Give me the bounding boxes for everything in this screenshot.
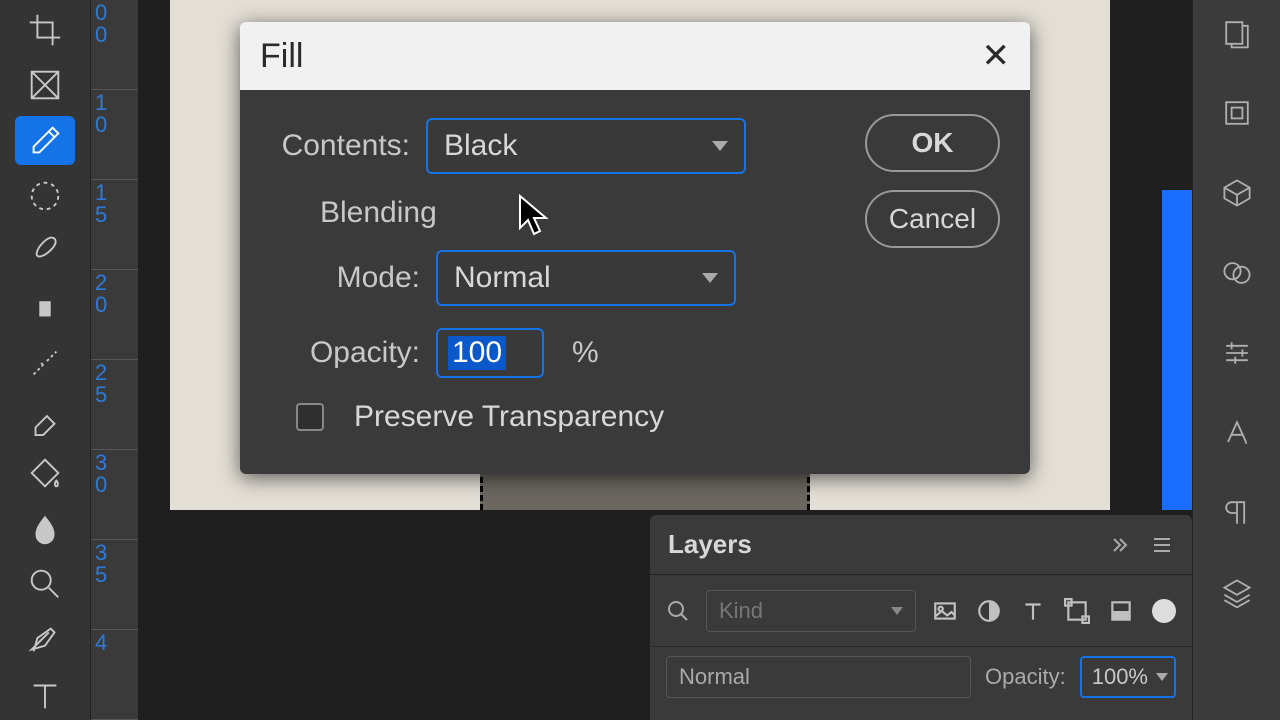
chevron-down-icon [712,141,728,151]
layer-opacity-value: 100% [1092,664,1148,690]
scrollbar-vertical[interactable] [1162,190,1192,510]
3d-panel-icon[interactable] [1212,168,1262,218]
libraries-panel-icon[interactable] [1212,88,1262,138]
opacity-label: Opacity: [300,336,420,370]
clone-stamp-tool[interactable] [15,282,75,331]
opacity-input[interactable]: 100 [436,328,544,378]
mode-label: Mode: [320,261,420,295]
preserve-transparency-label: Preserve Transparency [354,400,664,434]
layers-tab[interactable]: Layers [668,529,752,560]
character-panel-icon[interactable] [1212,408,1262,458]
tools-palette [0,0,90,720]
filter-toggle[interactable] [1152,599,1176,623]
filter-pixel-icon[interactable] [932,598,958,624]
opacity-value: 100 [448,336,506,370]
panel-menu-icon[interactable] [1150,533,1174,557]
vertical-ruler: 00 10 15 20 25 30 35 4 [90,0,138,720]
adjustments-panel-icon[interactable] [1212,328,1262,378]
layer-blend-dropdown[interactable]: Normal [666,656,971,698]
layers-panel: Layers Kind Normal Opacity: 100% [650,515,1192,720]
ok-button[interactable]: OK [865,114,1000,172]
filter-type-icon[interactable] [1020,598,1046,624]
filter-smartobject-icon[interactable] [1108,598,1134,624]
mode-value: Normal [454,261,551,295]
eraser-tool[interactable] [15,393,75,442]
filter-kind-dropdown[interactable]: Kind [706,590,916,632]
filter-shape-icon[interactable] [1064,598,1090,624]
dialog-titlebar[interactable]: Fill ✕ [240,22,1030,90]
layer-opacity-dropdown[interactable]: 100% [1080,656,1176,698]
right-panels-strip [1192,0,1280,720]
contents-value: Black [444,129,517,163]
marquee-tool[interactable] [15,171,75,220]
type-tool[interactable] [15,671,75,720]
filter-kind-placeholder: Kind [719,598,763,624]
cancel-button[interactable]: Cancel [865,190,1000,248]
crop-tool[interactable] [15,5,75,54]
preserve-transparency-checkbox[interactable] [296,403,324,431]
close-icon[interactable]: ✕ [982,39,1011,73]
mode-dropdown[interactable]: Normal [436,250,736,306]
layer-blend-value: Normal [679,664,750,690]
pen-tool[interactable] [15,615,75,664]
expand-icon[interactable] [1108,533,1132,557]
chevron-down-icon [891,607,903,615]
zoom-tool[interactable] [15,560,75,609]
blur-tool[interactable] [15,504,75,553]
paragraph-panel-icon[interactable] [1212,488,1262,538]
healing-brush-tool[interactable] [15,338,75,387]
layers-panel-icon[interactable] [1212,568,1262,618]
brush-tool[interactable] [15,227,75,276]
contents-dropdown[interactable]: Black [426,118,746,174]
dialog-title: Fill [260,37,303,76]
opacity-unit: % [572,336,599,370]
fill-dialog: Fill ✕ OK Cancel Contents: Black Blendin… [240,22,1030,474]
chevron-down-icon [702,273,718,283]
layer-opacity-label: Opacity: [985,664,1066,690]
learn-panel-icon[interactable] [1212,8,1262,58]
eyedropper-tool[interactable] [15,116,75,165]
frame-tool[interactable] [15,60,75,109]
contents-label: Contents: [280,129,410,163]
search-icon[interactable] [666,599,690,623]
filter-adjustment-icon[interactable] [976,598,1002,624]
color-panel-icon[interactable] [1212,248,1262,298]
chevron-down-icon [1156,673,1168,681]
paint-bucket-tool[interactable] [15,449,75,498]
